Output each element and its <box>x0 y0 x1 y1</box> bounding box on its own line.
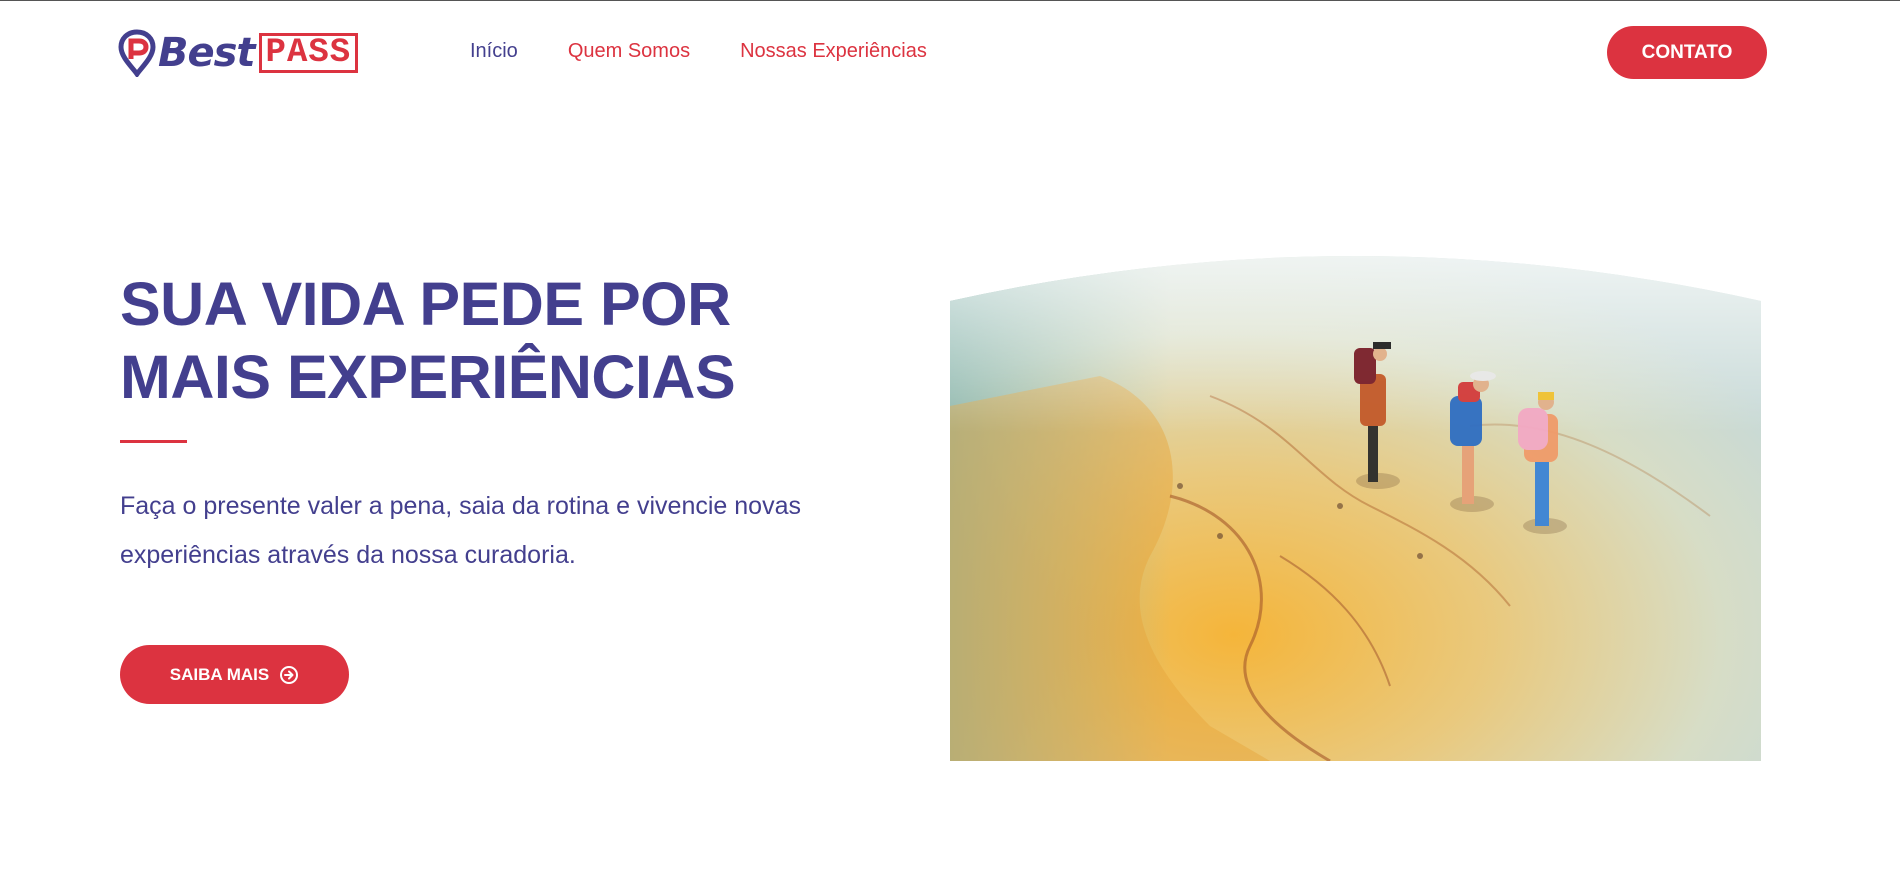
bestpass-logo[interactable]: Best PASS <box>118 26 363 80</box>
arrow-circle-right-icon <box>280 665 299 684</box>
site-header: Best PASS Início Quem Somos Nossas Exper… <box>0 0 1900 108</box>
nav-item-inicio[interactable]: Início <box>470 40 518 63</box>
title-divider <box>120 440 187 443</box>
nav-item-nossas-experiencias[interactable]: Nossas Experiências <box>740 40 927 63</box>
nav-item-quem-somos[interactable]: Quem Somos <box>568 40 690 63</box>
main-nav: Início Quem Somos Nossas Experiências <box>470 40 927 63</box>
location-pin-icon <box>118 29 156 77</box>
hero-title: SUA VIDA PEDE POR MAIS EXPERIÊNCIAS <box>120 270 736 411</box>
logo-best-text: Best <box>158 30 256 76</box>
saiba-mais-label: SAIBA MAIS <box>169 664 270 684</box>
hero-description: Faça o presente valer a pena, saia da ro… <box>120 492 801 569</box>
travel-map-photo <box>950 256 1761 761</box>
saiba-mais-button[interactable]: SAIBA MAIS <box>120 645 349 704</box>
contact-button[interactable]: CONTATO <box>1607 26 1767 79</box>
logo-pass-text: PASS <box>258 33 359 73</box>
